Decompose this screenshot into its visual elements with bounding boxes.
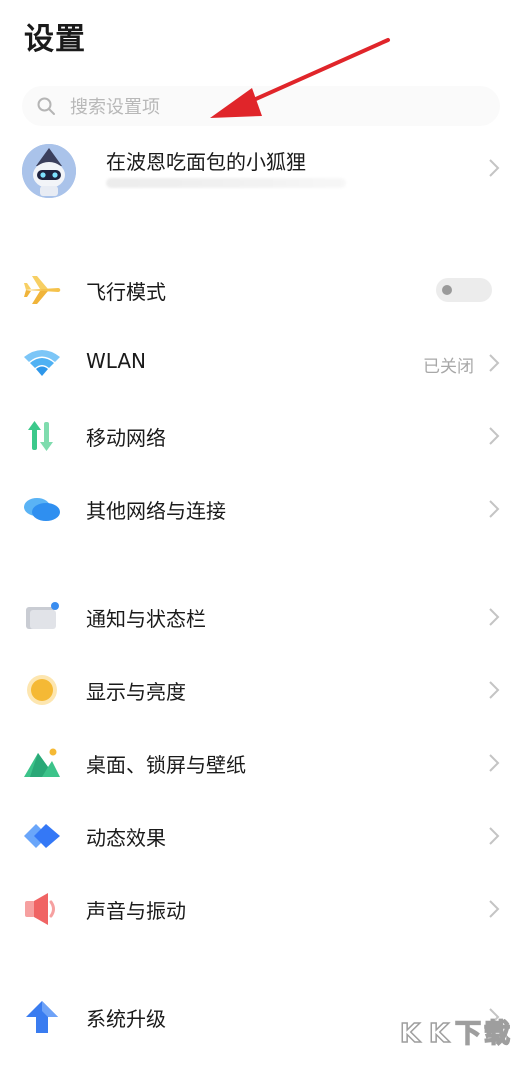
settings-item-wlan[interactable]: WLAN 已关闭 bbox=[0, 333, 526, 393]
settings-item-label: 移动网络 bbox=[86, 426, 166, 450]
watermark-char: 下 bbox=[454, 1018, 482, 1050]
chevron-right-icon bbox=[489, 500, 500, 518]
chevron-right-icon bbox=[489, 354, 500, 372]
wallpaper-icon bbox=[24, 748, 60, 777]
profile-subtitle-blurred bbox=[106, 178, 346, 188]
search-bar[interactable] bbox=[22, 86, 500, 128]
settings-item-label: 系统升级 bbox=[86, 1007, 166, 1031]
site-watermark: KK下载 bbox=[396, 1017, 520, 1059]
settings-item-label: WLAN bbox=[86, 349, 147, 373]
settings-item-label: 声音与振动 bbox=[86, 899, 186, 923]
profile-row[interactable]: 在波恩吃面包的小狐狸 bbox=[0, 138, 526, 204]
cloud-connection-icon bbox=[24, 498, 60, 521]
settings-item-mobile-network[interactable]: 移动网络 bbox=[0, 406, 526, 466]
brightness-icon bbox=[27, 675, 57, 705]
animation-effects-icon bbox=[24, 824, 60, 848]
settings-item-animation-effects[interactable]: 动态效果 bbox=[0, 806, 526, 866]
watermark-char: 载 bbox=[483, 1018, 511, 1050]
wlan-status: 已关闭 bbox=[423, 357, 474, 377]
profile-name: 在波恩吃面包的小狐狸 bbox=[106, 150, 306, 174]
page-title: 设置 bbox=[24, 22, 86, 57]
settings-item-wallpaper[interactable]: 桌面、锁屏与壁纸 bbox=[0, 733, 526, 793]
mobile-data-icon bbox=[28, 421, 53, 451]
settings-item-label: 动态效果 bbox=[86, 826, 166, 850]
settings-item-other-networks[interactable]: 其他网络与连接 bbox=[0, 479, 526, 539]
robot-avatar-icon bbox=[22, 144, 76, 198]
chevron-right-icon bbox=[489, 754, 500, 772]
chevron-right-icon bbox=[489, 681, 500, 699]
airplane-icon bbox=[24, 276, 61, 304]
settings-item-display-brightness[interactable]: 显示与亮度 bbox=[0, 660, 526, 720]
chevron-right-icon bbox=[489, 427, 500, 445]
settings-item-label: 飞行模式 bbox=[86, 280, 166, 304]
watermark-char: K bbox=[399, 1018, 421, 1050]
settings-item-label: 显示与亮度 bbox=[86, 680, 186, 704]
settings-item-label: 通知与状态栏 bbox=[86, 607, 206, 631]
avatar bbox=[22, 144, 76, 198]
chevron-right-icon bbox=[489, 159, 500, 177]
settings-item-sound-vibration[interactable]: 声音与振动 bbox=[0, 879, 526, 939]
system-upgrade-icon bbox=[26, 1001, 58, 1033]
chevron-right-icon bbox=[489, 827, 500, 845]
settings-item-airplane-mode[interactable]: 飞行模式 bbox=[0, 260, 526, 320]
settings-item-label: 其他网络与连接 bbox=[86, 499, 226, 523]
watermark-char: K bbox=[428, 1018, 450, 1050]
wifi-icon bbox=[24, 350, 60, 376]
airplane-mode-toggle[interactable] bbox=[436, 278, 492, 302]
search-icon bbox=[37, 97, 55, 115]
notification-icon bbox=[26, 602, 59, 629]
settings-item-label: 桌面、锁屏与壁纸 bbox=[86, 753, 246, 777]
chevron-right-icon bbox=[489, 608, 500, 626]
speaker-icon bbox=[25, 893, 55, 925]
chevron-right-icon bbox=[489, 900, 500, 918]
settings-item-notifications[interactable]: 通知与状态栏 bbox=[0, 587, 526, 647]
search-input[interactable] bbox=[68, 86, 472, 128]
